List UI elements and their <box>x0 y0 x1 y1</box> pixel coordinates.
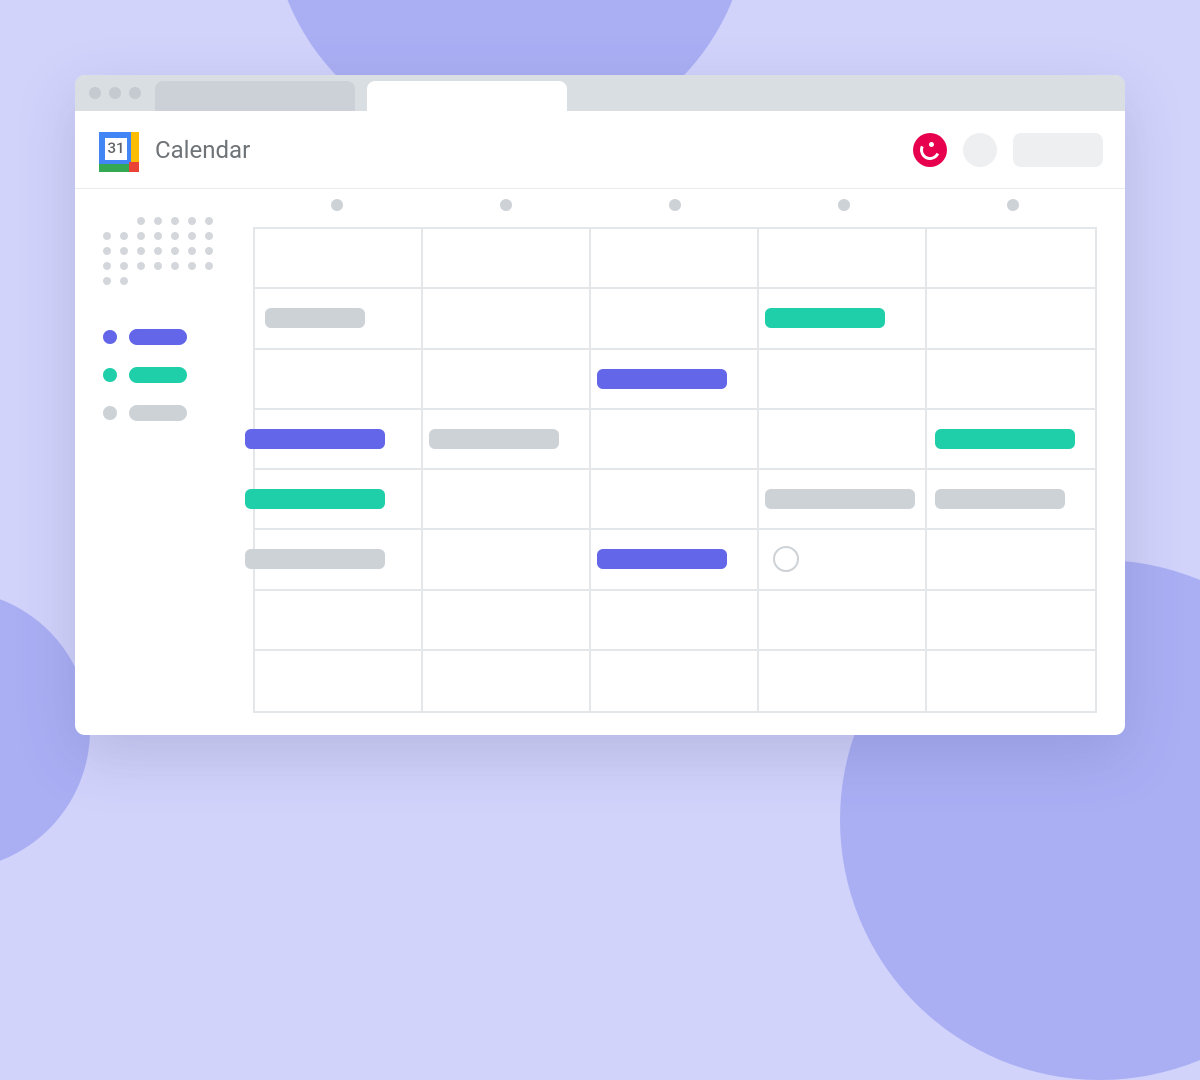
browser-tab[interactable] <box>155 81 355 111</box>
calendar-cell[interactable] <box>255 229 423 289</box>
calendar-cell[interactable] <box>423 229 591 289</box>
calendar-cell[interactable] <box>759 350 927 410</box>
calendar-event[interactable] <box>429 429 559 449</box>
calendar-event[interactable] <box>245 549 385 569</box>
integration-badge-icon[interactable] <box>913 133 947 167</box>
calendar-event[interactable] <box>765 489 915 509</box>
legend-dot-icon <box>103 368 117 382</box>
calendar-event[interactable] <box>765 308 885 328</box>
app-title: Calendar <box>155 136 250 164</box>
calendar-cell[interactable] <box>591 410 759 470</box>
user-avatar[interactable] <box>963 133 997 167</box>
calendar-cell[interactable] <box>759 470 927 530</box>
day-headers <box>253 199 1097 211</box>
day-header-dot <box>669 199 681 211</box>
calendar-cell[interactable] <box>255 530 423 590</box>
calendar-cell[interactable] <box>423 470 591 530</box>
calendar-legend-item[interactable] <box>103 405 235 421</box>
calendar-event[interactable] <box>935 429 1075 449</box>
app-toolbar: 31 Calendar <box>75 111 1125 189</box>
day-header-dot <box>500 199 512 211</box>
browser-window: 31 Calendar <box>75 75 1125 735</box>
window-zoom-icon[interactable] <box>129 87 141 99</box>
calendar-event[interactable] <box>245 489 385 509</box>
calendar-cell[interactable] <box>759 530 927 590</box>
calendar-cell[interactable] <box>759 289 927 349</box>
calendar-event[interactable] <box>935 489 1065 509</box>
browser-tab-active[interactable] <box>367 81 567 111</box>
day-header-dot <box>838 199 850 211</box>
calendar-cell[interactable] <box>927 289 1095 349</box>
calendar-cell[interactable] <box>927 470 1095 530</box>
calendar-cell[interactable] <box>927 530 1095 590</box>
calendar-cell[interactable] <box>255 350 423 410</box>
calendar-cell[interactable] <box>591 651 759 711</box>
calendar-cell[interactable] <box>759 591 927 651</box>
sidebar <box>75 189 253 735</box>
legend-dot-icon <box>103 330 117 344</box>
calendar-cell[interactable] <box>927 410 1095 470</box>
calendar-legend-item[interactable] <box>103 367 235 383</box>
calendar-grid[interactable] <box>253 227 1097 713</box>
legend-label-placeholder <box>129 367 187 383</box>
window-minimize-icon[interactable] <box>109 87 121 99</box>
calendar-cell[interactable] <box>255 651 423 711</box>
legend-label-placeholder <box>129 329 187 345</box>
day-header-dot <box>331 199 343 211</box>
time-marker-icon <box>773 546 799 572</box>
calendar-cell[interactable] <box>591 470 759 530</box>
calendar-cell[interactable] <box>423 530 591 590</box>
calendar-event[interactable] <box>265 308 365 328</box>
calendar-cell[interactable] <box>423 410 591 470</box>
calendar-cell[interactable] <box>255 289 423 349</box>
window-controls <box>75 75 155 111</box>
calendar-cell[interactable] <box>591 530 759 590</box>
tab-gap <box>355 81 367 111</box>
calendar-cell[interactable] <box>423 350 591 410</box>
window-close-icon[interactable] <box>89 87 101 99</box>
calendar-event[interactable] <box>597 549 727 569</box>
calendar-cell[interactable] <box>927 591 1095 651</box>
calendar-cell[interactable] <box>759 651 927 711</box>
calendar-logo-day: 31 <box>97 139 135 157</box>
calendar-cell[interactable] <box>759 229 927 289</box>
calendar-cell[interactable] <box>255 410 423 470</box>
calendar-cell[interactable] <box>423 651 591 711</box>
calendar-cell[interactable] <box>591 289 759 349</box>
calendar-cell[interactable] <box>927 651 1095 711</box>
calendar-legend-item[interactable] <box>103 329 235 345</box>
calendar-cell[interactable] <box>591 350 759 410</box>
toolbar-button[interactable] <box>1013 133 1103 167</box>
browser-tabbar <box>75 75 1125 111</box>
calendar-cell[interactable] <box>423 591 591 651</box>
calendar-cell[interactable] <box>255 470 423 530</box>
calendar-cell[interactable] <box>591 229 759 289</box>
calendar-cell[interactable] <box>927 350 1095 410</box>
legend-label-placeholder <box>129 405 187 421</box>
calendar-cell[interactable] <box>759 410 927 470</box>
calendar-cell[interactable] <box>591 591 759 651</box>
calendar-event[interactable] <box>245 429 385 449</box>
calendar-cell[interactable] <box>927 229 1095 289</box>
calendar-cell[interactable] <box>423 289 591 349</box>
calendar-cell[interactable] <box>255 591 423 651</box>
legend-dot-icon <box>103 406 117 420</box>
mini-month-placeholder[interactable] <box>103 217 235 285</box>
day-header-dot <box>1007 199 1019 211</box>
calendar-logo-icon: 31 <box>97 130 137 170</box>
calendar-event[interactable] <box>597 369 727 389</box>
